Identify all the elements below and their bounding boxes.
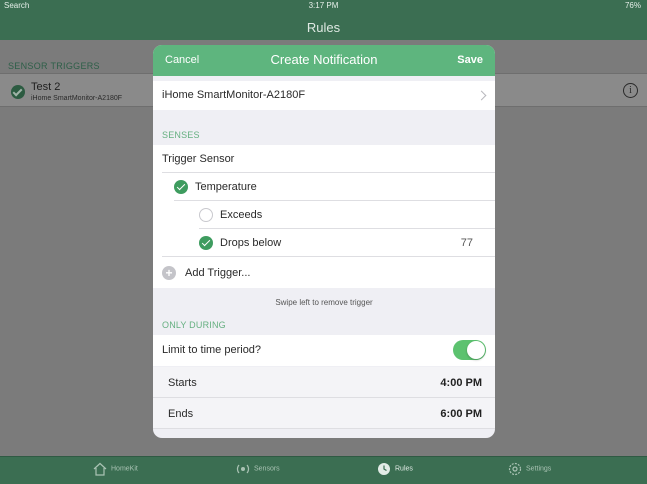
- tab-label: Rules: [395, 465, 413, 473]
- exceeds-row[interactable]: Exceeds: [153, 201, 495, 229]
- ends-value: 6:00 PM: [440, 408, 482, 420]
- device-name: iHome SmartMonitor-A2180F: [162, 89, 306, 101]
- drops-below-label: Drops below: [220, 237, 282, 249]
- limit-time-toggle[interactable]: [453, 340, 486, 360]
- exceeds-label: Exceeds: [220, 209, 263, 221]
- device-row[interactable]: iHome SmartMonitor-A2180F: [153, 81, 495, 110]
- house-icon: [93, 462, 107, 476]
- add-icon: +: [162, 266, 176, 280]
- trigger-subtitle: iHome SmartMonitor-A2180F: [31, 95, 123, 102]
- tab-label: Sensors: [254, 465, 280, 473]
- trigger-sensor-row: Trigger Sensor: [153, 145, 495, 173]
- add-trigger-row[interactable]: + Add Trigger...: [153, 257, 495, 288]
- add-trigger-label: Add Trigger...: [185, 267, 251, 279]
- page-title: Rules: [306, 20, 341, 35]
- status-bar: Search 3:17 PM 76%: [0, 0, 647, 12]
- drops-below-value[interactable]: 77: [461, 237, 473, 249]
- drops-below-row[interactable]: Drops below 77: [153, 229, 495, 257]
- limit-time-row: Limit to time period?: [153, 335, 495, 366]
- create-notification-modal: Cancel Create Notification Save iHome Sm…: [153, 45, 495, 438]
- battery-level: 76%: [624, 1, 641, 10]
- nav-bar: Rules: [0, 12, 647, 40]
- divider: [153, 428, 495, 429]
- tab-sensors[interactable]: Sensors: [236, 462, 280, 482]
- ends-label: Ends: [168, 408, 194, 420]
- senses-header: SENSES: [162, 130, 200, 140]
- sensor-triggers-header: SENSOR TRIGGERS: [8, 61, 100, 71]
- temperature-row[interactable]: Temperature: [153, 173, 495, 201]
- modal-header: Cancel Create Notification Save: [153, 45, 495, 76]
- gear-icon: [508, 462, 522, 476]
- only-during-header: ONLY DURING: [162, 320, 226, 330]
- starts-label: Starts: [168, 377, 197, 389]
- ends-row[interactable]: Ends 6:00 PM: [153, 398, 495, 429]
- trigger-sensor-label: Trigger Sensor: [162, 153, 235, 165]
- temperature-label: Temperature: [195, 181, 257, 193]
- checkmark-icon: [11, 85, 25, 99]
- info-icon[interactable]: i: [623, 83, 638, 98]
- trigger-title: Test 2: [31, 81, 61, 93]
- starts-value: 4:00 PM: [440, 377, 482, 389]
- sensor-icon: [236, 464, 250, 474]
- starts-row[interactable]: Starts 4:00 PM: [153, 367, 495, 398]
- swipe-hint: Swipe left to remove trigger: [275, 298, 373, 307]
- tab-label: Settings: [526, 465, 552, 473]
- tab-homekit[interactable]: HomeKit: [93, 462, 138, 482]
- checkmark-icon: [199, 236, 213, 250]
- tab-bar: HomeKit Sensors Rules Settings: [0, 456, 647, 484]
- modal-title: Create Notification: [270, 52, 378, 67]
- toggle-knob: [467, 341, 485, 359]
- chevron-right-icon: [476, 90, 487, 101]
- clock-icon: [378, 463, 390, 475]
- tab-rules[interactable]: Rules: [377, 462, 413, 482]
- tab-settings[interactable]: Settings: [508, 462, 551, 482]
- save-button[interactable]: Save: [457, 54, 483, 66]
- tab-label: HomeKit: [111, 465, 138, 473]
- limit-time-label: Limit to time period?: [162, 344, 262, 356]
- checkmark-icon: [174, 180, 188, 194]
- unchecked-circle-icon: [199, 208, 213, 222]
- status-time: 3:17 PM: [308, 1, 339, 10]
